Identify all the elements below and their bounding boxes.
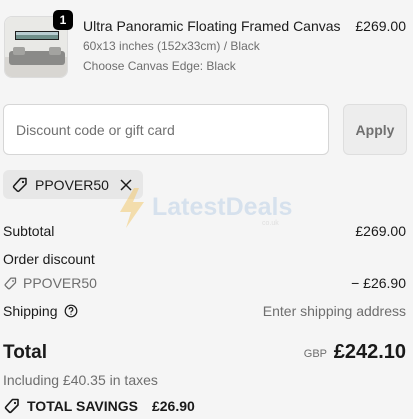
shipping-row: Shipping	[3, 303, 78, 319]
discount-code-text: PPOVER50	[23, 275, 97, 291]
tag-icon	[3, 276, 18, 291]
apply-discount-button[interactable]: Apply	[343, 104, 407, 155]
product-title: Ultra Panoramic Floating Framed Canvas	[83, 18, 341, 34]
remove-discount-icon[interactable]	[119, 178, 133, 192]
order-discount-label: Order discount	[3, 251, 95, 267]
discount-code-row: PPOVER50	[3, 275, 97, 291]
tag-icon	[11, 176, 29, 194]
product-variant: 60x13 inches (152x33cm) / Black	[83, 39, 260, 53]
applied-discount-code: PPOVER50	[35, 176, 109, 193]
subtotal-value: £269.00	[355, 223, 406, 239]
product-price: £269.00	[355, 18, 406, 34]
discount-code-input[interactable]	[3, 104, 329, 155]
total-value: £242.10	[333, 341, 406, 363]
product-option: Choose Canvas Edge: Black	[83, 59, 236, 73]
tag-icon	[3, 397, 21, 415]
cart-line-item: 1 Ultra Panoramic Floating Framed Canvas…	[0, 0, 413, 82]
taxes-note: Including £40.35 in taxes	[3, 372, 158, 388]
total-savings-row: TOTAL SAVINGS £26.90	[3, 397, 195, 415]
currency-code: GBP	[303, 348, 327, 360]
help-icon[interactable]	[64, 304, 78, 318]
total-savings-label: TOTAL SAVINGS	[27, 398, 138, 414]
subtotal-label: Subtotal	[3, 223, 55, 239]
shipping-label: Shipping	[3, 303, 58, 319]
total-label: Total	[3, 342, 47, 363]
discount-value: − £26.90	[351, 275, 406, 291]
watermark-sub: co.uk	[262, 220, 279, 227]
total-savings-value: £26.90	[151, 398, 195, 414]
applied-discount-chip: PPOVER50	[3, 170, 143, 199]
shipping-value: Enter shipping address	[262, 303, 406, 319]
watermark-text: LatestDeals	[152, 193, 293, 221]
quantity-badge: 1	[53, 10, 73, 30]
